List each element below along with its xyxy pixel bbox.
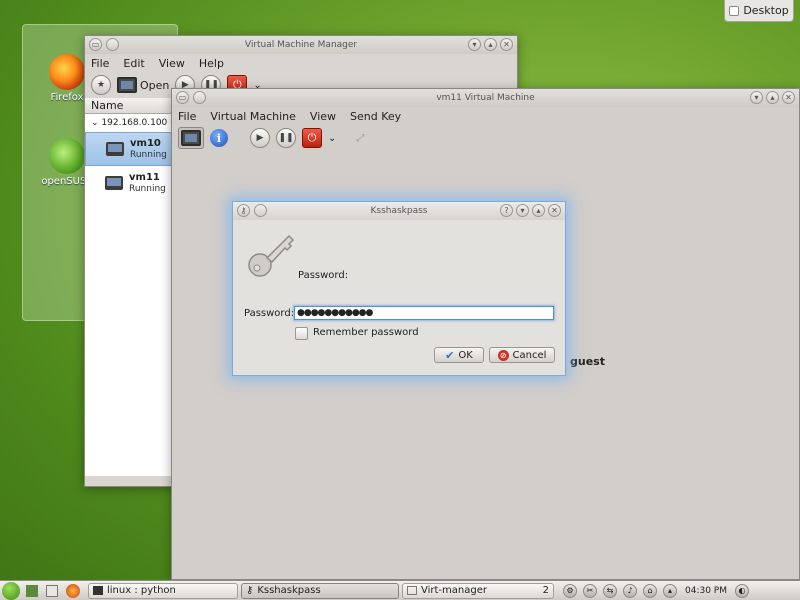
volume-icon[interactable]: ♪ [623, 583, 637, 598]
chevron-down-icon[interactable]: ⌄ [328, 133, 336, 144]
vm11-menubar: File Virtual Machine View Send Key [172, 107, 799, 125]
vm-icon [106, 142, 124, 156]
vmm-menubar: File Edit View Help [85, 54, 517, 72]
task-count: 2 [542, 585, 549, 596]
vmm-titlebar[interactable]: ▭ Virtual Machine Manager ▾ ▴ ✕ [85, 36, 517, 54]
cancel-icon: ⊘ [497, 349, 509, 361]
device-notifier-icon[interactable]: ⌂ [643, 583, 657, 598]
menu-send-key[interactable]: Send Key [350, 110, 401, 123]
minimize-icon[interactable]: ▴ [484, 38, 497, 51]
cancel-button[interactable]: ⊘ Cancel [489, 347, 555, 363]
guest-text: guest [570, 355, 605, 368]
remember-password-label[interactable]: Remember password [313, 327, 419, 338]
network-icon[interactable]: ⇆ [603, 583, 617, 598]
window-menu-icon[interactable]: ▭ [176, 91, 189, 104]
vm11-toolbar: i ▶ ❚❚ ⏻ ⌄ ⤢ [172, 125, 799, 151]
firefox-icon [49, 54, 85, 90]
scissors-icon[interactable]: ✂ [583, 583, 597, 598]
password-input[interactable]: ●●●●●●●●●●● [294, 306, 554, 320]
close-icon[interactable]: ✕ [500, 38, 513, 51]
dialog-title: Ksshaskpass [370, 206, 428, 216]
terminal-icon [93, 586, 103, 595]
dialog-titlebar[interactable]: ⚷ Ksshaskpass ? ▾ ▴ ✕ [233, 202, 565, 220]
ok-label: OK [458, 349, 473, 361]
sticky-icon[interactable] [106, 38, 119, 51]
host-label: 192.168.0.100 (Q [101, 118, 181, 128]
expand-chevron-icon[interactable]: ⌄ [91, 118, 99, 128]
kickoff-launcher-icon[interactable] [2, 581, 20, 600]
sticky-icon[interactable] [193, 91, 206, 104]
fullscreen-icon[interactable]: ⤢ [356, 133, 364, 144]
window-title: vm11 Virtual Machine [436, 93, 535, 103]
menu-file[interactable]: File [178, 110, 196, 123]
task-label: Virt-manager [421, 585, 487, 596]
window-title: Virtual Machine Manager [244, 40, 358, 50]
settings-icon[interactable]: ⚙ [563, 583, 577, 598]
vm11-titlebar[interactable]: ▭ vm11 Virtual Machine ▾ ▴ ✕ [172, 89, 799, 107]
panel-toolbox-icon[interactable]: ◐ [735, 583, 749, 598]
menu-help[interactable]: Help [199, 57, 224, 70]
cancel-label: Cancel [512, 349, 547, 361]
info-icon[interactable]: i [210, 129, 228, 147]
vm-icon [105, 176, 123, 190]
desktop-button-label: Desktop [743, 4, 789, 17]
pause-icon[interactable]: ❚❚ [276, 128, 296, 148]
minimize-icon[interactable]: ▴ [766, 91, 779, 104]
clock[interactable]: 04:30 PM [685, 586, 727, 596]
help-icon[interactable]: ▾ [750, 91, 763, 104]
minimize-icon[interactable]: ▾ [516, 204, 529, 217]
ok-button[interactable]: ✔ OK [434, 347, 484, 363]
menu-file[interactable]: File [91, 57, 109, 70]
sticky-icon[interactable] [254, 204, 267, 217]
vm-name: vm11 [129, 172, 160, 183]
monitor-icon [117, 77, 137, 93]
task-label: linux : python [107, 585, 176, 596]
pager-icon[interactable] [26, 584, 38, 597]
remember-password-checkbox[interactable] [295, 327, 308, 340]
task-label: Ksshaskpass [257, 585, 321, 596]
firefox-launcher-icon[interactable] [66, 583, 80, 598]
task-linux-python[interactable]: linux : python [88, 582, 238, 599]
open-label: Open [140, 78, 170, 92]
vm-status: Running [130, 150, 167, 160]
menu-virtual-machine[interactable]: Virtual Machine [210, 110, 296, 123]
shutdown-icon[interactable]: ⏻ [302, 128, 322, 148]
close-icon[interactable]: ✕ [782, 91, 795, 104]
desktop-icon-label: Firefox [50, 92, 84, 103]
maximize-icon[interactable]: ▴ [532, 204, 545, 217]
task-ksshaskpass[interactable]: ⚷ Ksshaskpass [241, 582, 399, 599]
opensuse-icon [49, 138, 85, 174]
vm-status: Running [129, 184, 166, 194]
menu-view[interactable]: View [310, 110, 336, 123]
password-label: Password: [244, 308, 295, 319]
key-small-icon[interactable]: ⚷ [237, 204, 250, 217]
checkmark-icon: ✔ [445, 348, 455, 362]
expand-tray-icon[interactable]: ▴ [663, 583, 677, 598]
new-vm-icon[interactable]: ★ [91, 75, 111, 95]
desktop-button[interactable]: Desktop [724, 0, 794, 22]
close-icon[interactable]: ✕ [548, 204, 561, 217]
menu-edit[interactable]: Edit [123, 57, 144, 70]
window-small-icon [407, 586, 417, 595]
taskbar: linux : python ⚷ Ksshaskpass Virt-manage… [0, 580, 800, 600]
desktop-toolbox-icon [729, 5, 740, 16]
help-icon[interactable]: ▾ [468, 38, 481, 51]
password-prompt: Password: [298, 270, 349, 281]
menu-view[interactable]: View [159, 57, 185, 70]
console-button[interactable] [178, 127, 204, 149]
ksshaskpass-dialog: ⚷ Ksshaskpass ? ▾ ▴ ✕ Password: Password… [232, 201, 566, 376]
key-icon [248, 234, 295, 277]
help-icon[interactable]: ? [500, 204, 513, 217]
window-menu-icon[interactable]: ▭ [89, 38, 102, 51]
open-button[interactable]: Open [117, 77, 169, 93]
file-manager-icon[interactable] [46, 584, 58, 597]
vm-name: vm10 [130, 138, 161, 149]
run-icon[interactable]: ▶ [250, 128, 270, 148]
key-small-icon: ⚷ [246, 585, 254, 596]
task-virt-manager[interactable]: Virt-manager 2 [402, 582, 554, 599]
monitor-icon [181, 130, 201, 146]
